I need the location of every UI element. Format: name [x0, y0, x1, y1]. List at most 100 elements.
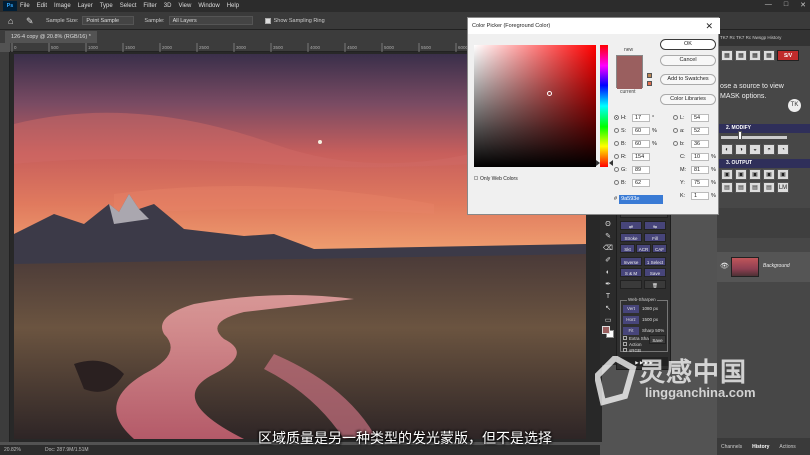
modify-slider-knob[interactable] [738, 131, 742, 140]
foreground-color-swatch[interactable] [602, 326, 610, 334]
b-radio[interactable] [614, 141, 619, 147]
l-field[interactable]: 54 [691, 114, 709, 122]
h-radio[interactable] [614, 115, 619, 121]
horz-button[interactable]: Horz [623, 316, 639, 324]
action-checkbox[interactable] [623, 342, 627, 346]
menu-edit[interactable]: Edit [37, 3, 47, 9]
action-swap-button[interactable]: ⇆ [644, 221, 666, 230]
mask-icon-1[interactable]: ▦ [721, 50, 733, 61]
show-sampling-ring-checkbox[interactable] [264, 17, 271, 24]
menu-type[interactable]: Type [100, 3, 113, 9]
output-icon-8[interactable]: ▤ [749, 182, 761, 193]
modify-icon-1[interactable]: ◐ [721, 144, 733, 155]
hue-slider-arrow-right[interactable] [609, 160, 613, 166]
layer-name[interactable]: Background [763, 263, 790, 269]
output-icon-4[interactable]: ▣ [763, 169, 775, 180]
sample-select[interactable]: All Layers [168, 16, 253, 25]
inverse-button[interactable]: Inverse [620, 257, 642, 266]
caf-button[interactable]: CAF [652, 244, 667, 253]
panel-tabs[interactable]: TK7 Rc TK7 Rc Nwsgp History [717, 30, 810, 46]
dodge-tool-icon[interactable]: ◐ [600, 267, 616, 279]
menu-window[interactable]: Window [198, 3, 219, 9]
layer-row-background[interactable]: 👁 Background [717, 252, 810, 282]
hex-field[interactable]: 9a593e [619, 195, 664, 204]
pen-tool-icon[interactable]: ✐ [600, 255, 616, 267]
vert-value[interactable]: 1080 [642, 306, 652, 311]
lasso-tool-icon[interactable]: ʘ [600, 219, 616, 231]
ok-button[interactable]: OK [660, 39, 716, 50]
color-field-cursor[interactable] [547, 91, 552, 96]
a-field[interactable]: 52 [691, 127, 709, 135]
action-blank-button[interactable] [620, 280, 642, 289]
extra-sharp-checkbox[interactable] [623, 336, 627, 340]
k-field[interactable]: 1 [691, 192, 709, 200]
modify-icon-3[interactable]: ◒ [749, 144, 761, 155]
r-field[interactable]: 154 [632, 153, 650, 161]
modify-icon-2[interactable]: ◑ [735, 144, 747, 155]
dialog-close-icon[interactable]: ✕ [705, 18, 713, 34]
color-field[interactable] [474, 45, 596, 167]
menu-select[interactable]: Select [120, 3, 137, 9]
b-field[interactable]: 60 [632, 140, 650, 148]
fill-button[interactable]: Fill [644, 233, 666, 242]
color-libraries-button[interactable]: Color Libraries [660, 94, 716, 105]
m-field[interactable]: 81 [691, 166, 709, 174]
brush-tool-icon[interactable]: ✎ [600, 231, 616, 243]
hue-slider-arrow-left[interactable] [596, 160, 600, 166]
r-radio[interactable] [614, 154, 619, 160]
acr-button[interactable]: ACR [636, 244, 651, 253]
menu-filter[interactable]: Filter [143, 3, 156, 9]
output-icon-7[interactable]: ▤ [735, 182, 747, 193]
menu-image[interactable]: Image [54, 3, 71, 9]
fit-button[interactable]: Fit [623, 327, 639, 335]
sample-size-select[interactable]: Point Sample [82, 16, 135, 25]
s-field[interactable]: 60 [632, 127, 650, 135]
lab-b-radio[interactable] [673, 141, 678, 147]
hue-slider[interactable] [600, 45, 608, 167]
horz-value[interactable]: 1500 [642, 317, 652, 322]
output-icon-2[interactable]: ▣ [735, 169, 747, 180]
close-window-button[interactable]: ✕ [800, 1, 806, 9]
menu-help[interactable]: Help [227, 3, 239, 9]
maximize-button[interactable]: □ [784, 1, 788, 9]
mask-icon-3[interactable]: ▦ [749, 50, 761, 61]
type-tool-icon[interactable]: T [600, 291, 616, 303]
web-sharpen-save-button[interactable]: Save [649, 335, 666, 344]
pencil-tool-icon[interactable]: ✒ [600, 279, 616, 291]
modify-icon-5[interactable]: ◔ [777, 144, 789, 155]
modify-icon-4[interactable]: ◓ [763, 144, 775, 155]
lab-b-field[interactable]: 36 [691, 140, 709, 148]
menu-layer[interactable]: Layer [78, 3, 93, 9]
eyedropper-icon[interactable]: ✎ [26, 16, 36, 26]
web-safe-icon[interactable] [647, 81, 652, 86]
home-icon[interactable]: ⌂ [8, 16, 18, 26]
only-web-colors-checkbox[interactable] [474, 176, 478, 180]
cancel-button[interactable]: Cancel [660, 55, 716, 66]
vert-button[interactable]: Vert [623, 305, 639, 313]
s-radio[interactable] [614, 128, 619, 134]
menu-3d[interactable]: 3D [164, 3, 172, 9]
select-button[interactable]: 1 Select [644, 257, 666, 266]
lm-button[interactable]: LM [777, 182, 789, 193]
b2-field[interactable]: 62 [632, 179, 650, 187]
h-field[interactable]: 17 [632, 114, 650, 122]
c-field[interactable]: 10 [691, 153, 709, 161]
action-arrows-button[interactable]: ⇄ [620, 221, 642, 230]
a-radio[interactable] [673, 128, 678, 134]
output-icon-9[interactable]: ▤ [763, 182, 775, 193]
y-field[interactable]: 75 [691, 179, 709, 187]
menu-view[interactable]: View [178, 3, 191, 9]
output-icon-3[interactable]: ▣ [749, 169, 761, 180]
document-tab[interactable]: 126-4 copy @ 20.8% (RGB/16) * [5, 31, 97, 43]
save-button[interactable]: Save [644, 268, 666, 277]
s-and-m-button[interactable]: S & M [620, 268, 642, 277]
menu-file[interactable]: File [20, 3, 30, 9]
mask-icon-2[interactable]: ▦ [735, 50, 747, 61]
add-to-swatches-button[interactable]: Add to Swatches [660, 74, 716, 85]
minimize-button[interactable]: — [765, 1, 772, 9]
sav-button[interactable]: S/V [777, 50, 799, 61]
output-icon-6[interactable]: ▤ [721, 182, 733, 193]
output-icon-1[interactable]: ▣ [721, 169, 733, 180]
path-select-tool-icon[interactable]: ↖ [600, 303, 616, 315]
output-icon-5[interactable]: ▣ [777, 169, 789, 180]
